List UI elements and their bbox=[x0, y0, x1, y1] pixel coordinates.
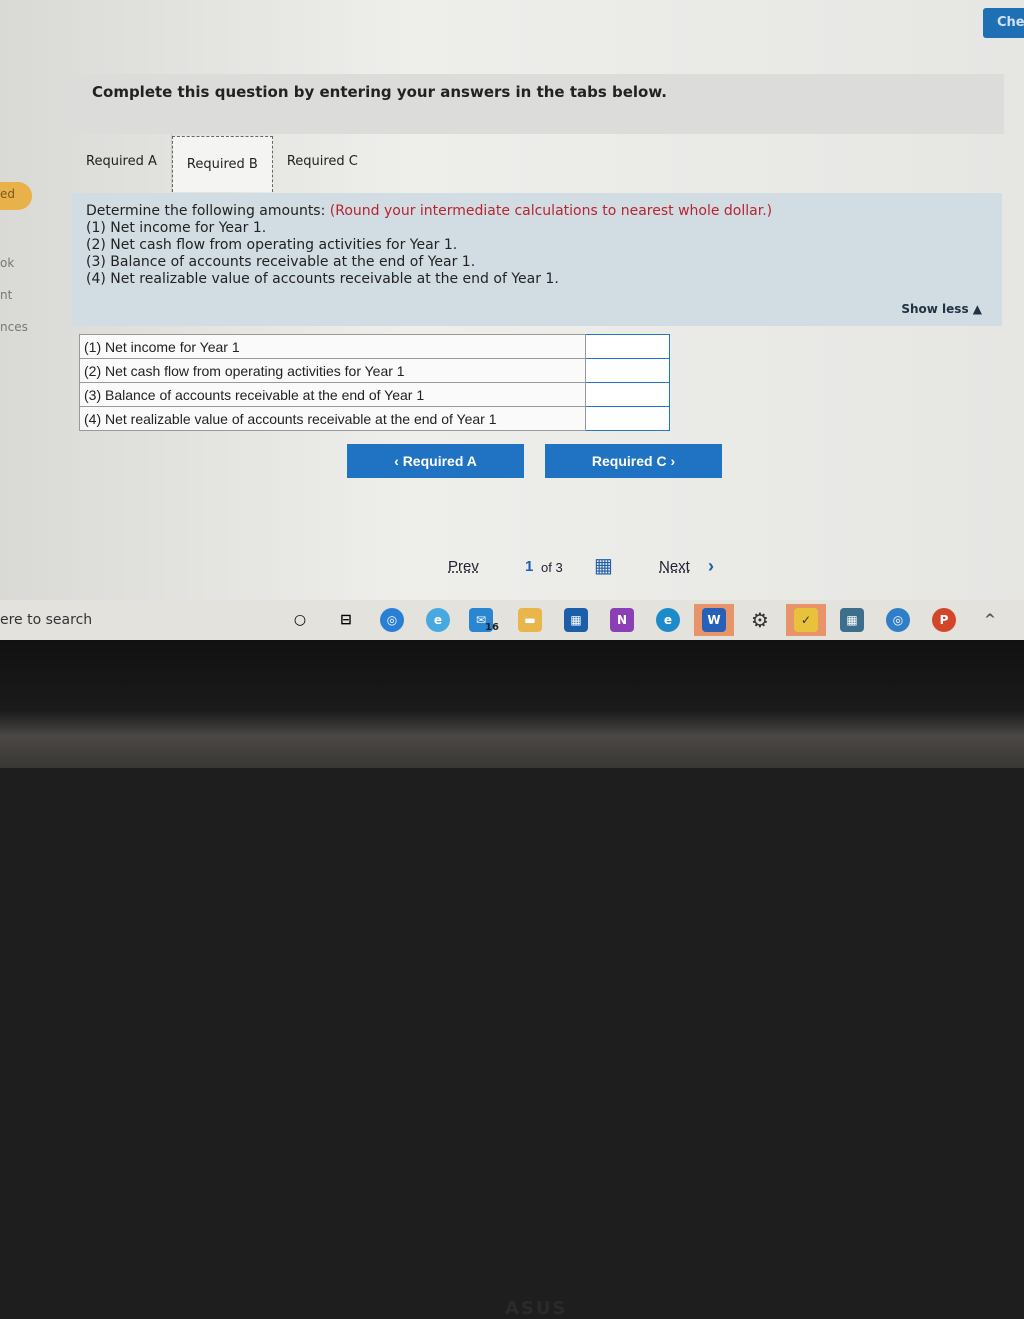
table-row: (4) Net realizable value of accounts rec… bbox=[79, 406, 670, 431]
answer-input-3[interactable] bbox=[586, 383, 669, 406]
chevron-right-icon[interactable]: › bbox=[708, 556, 714, 577]
table-row: (2) Net cash flow from operating activit… bbox=[79, 358, 670, 383]
next-button[interactable]: Next bbox=[659, 558, 690, 575]
onenote-icon[interactable]: N bbox=[602, 604, 642, 636]
taskbar-search[interactable]: ere to search bbox=[0, 612, 280, 628]
question-prompt: Determine the following amounts: (Round … bbox=[72, 193, 1002, 326]
table-row: (1) Net income for Year 1 bbox=[79, 334, 670, 359]
task-view-icon[interactable]: ⊟ bbox=[326, 604, 366, 636]
prompt-note: (Round your intermediate calculations to… bbox=[329, 203, 773, 219]
powerpoint-icon[interactable]: P bbox=[924, 604, 964, 636]
cortana-icon[interactable]: ○ bbox=[280, 604, 320, 636]
internet-explorer-icon[interactable]: e bbox=[418, 604, 458, 636]
app-icon[interactable]: ◎ bbox=[372, 604, 412, 636]
page-current: 1 bbox=[525, 558, 534, 575]
row-label: (1) Net income for Year 1 bbox=[79, 334, 586, 359]
tab-required-b[interactable]: Required B bbox=[171, 136, 273, 192]
page-title: Complete this question by entering your … bbox=[92, 83, 667, 101]
tab-required-c[interactable]: Required C bbox=[273, 134, 372, 192]
row-label: (2) Net cash flow from operating activit… bbox=[79, 358, 586, 383]
prev-button[interactable]: Prev bbox=[448, 558, 479, 575]
todo-icon[interactable]: ✓ bbox=[786, 604, 826, 636]
grid-icon[interactable]: ▦ bbox=[594, 553, 613, 578]
prompt-item: (2) Net cash flow from operating activit… bbox=[86, 237, 458, 253]
table-row: (3) Balance of accounts receivable at th… bbox=[79, 382, 670, 407]
tab-required-a[interactable]: Required A bbox=[72, 134, 172, 192]
answer-input-2[interactable] bbox=[586, 359, 669, 382]
row-label: (4) Net realizable value of accounts rec… bbox=[79, 406, 586, 431]
calculator-icon[interactable]: ▦ bbox=[832, 604, 872, 636]
settings-icon[interactable]: ⚙ bbox=[740, 604, 780, 636]
check-my-work-button[interactable]: Che bbox=[983, 8, 1024, 38]
prompt-item: (4) Net realizable value of accounts rec… bbox=[86, 271, 559, 287]
prompt-intro: Determine the following amounts: bbox=[86, 203, 326, 219]
answer-input-4[interactable] bbox=[586, 407, 669, 430]
prompt-item: (1) Net income for Year 1. bbox=[86, 220, 267, 236]
asus-logo: ASUS bbox=[505, 1298, 568, 1319]
required-a-button[interactable]: ‹ Required A bbox=[347, 444, 524, 478]
monitor-bezel: ASUS bbox=[0, 640, 1024, 1319]
page-total: of 3 bbox=[541, 560, 563, 575]
show-less-link[interactable]: Show less ▲ bbox=[901, 301, 982, 318]
store-icon[interactable]: ▦ bbox=[556, 604, 596, 636]
answer-input-1[interactable] bbox=[586, 335, 669, 358]
sidebar-fragment[interactable]: nces bbox=[0, 320, 28, 334]
edge-icon[interactable]: e bbox=[648, 604, 688, 636]
prompt-item: (3) Balance of accounts receivable at th… bbox=[86, 254, 476, 270]
app-icon[interactable]: ◎ bbox=[878, 604, 918, 636]
chevron-up-icon[interactable]: ^ bbox=[970, 604, 1010, 636]
question-header: Complete this question by entering your … bbox=[72, 74, 1004, 134]
sidebar-fragment[interactable]: nt bbox=[0, 288, 12, 302]
sidebar-fragment[interactable]: ed bbox=[0, 182, 32, 210]
sidebar-fragment[interactable]: ok bbox=[0, 256, 14, 270]
file-explorer-icon[interactable]: ▬ bbox=[510, 604, 550, 636]
mail-badge: 16 bbox=[485, 621, 499, 633]
row-label: (3) Balance of accounts receivable at th… bbox=[79, 382, 586, 407]
tab-bar: Required A Required B Required C bbox=[72, 134, 372, 192]
mail-icon[interactable]: ✉ 16 bbox=[464, 604, 504, 636]
screen: Che ed ok nt nces Complete this question… bbox=[0, 0, 1024, 640]
answer-table: (1) Net income for Year 1 (2) Net cash f… bbox=[79, 334, 670, 431]
word-icon[interactable]: W bbox=[694, 604, 734, 636]
required-c-button[interactable]: Required C › bbox=[545, 444, 722, 478]
taskbar: ere to search ○ ⊟ ◎ e ✉ 16 ▬ ▦ N e W ⚙ ✓ … bbox=[0, 600, 1024, 640]
